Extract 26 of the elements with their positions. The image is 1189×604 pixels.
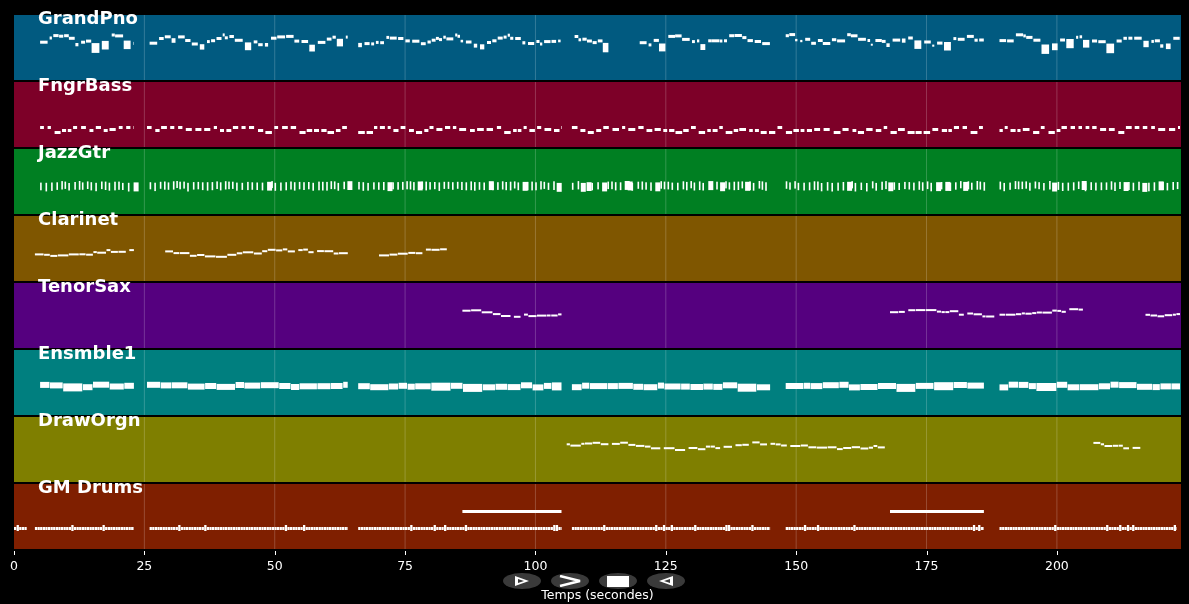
stop-icon [607, 575, 629, 587]
axis-tick-label: 0 [10, 558, 18, 573]
axis-tick-label: 175 [914, 558, 939, 573]
axis-tick-label: 150 [784, 558, 809, 573]
track-name: FngrBass [38, 74, 133, 96]
stop-button[interactable] [599, 573, 637, 589]
track-name: GrandPno [38, 7, 138, 29]
axis-tick-label: 25 [136, 558, 153, 573]
track-name: DrawOrgn [38, 409, 141, 431]
axis-tick-label: 75 [397, 558, 414, 573]
track-name: GM Drums [38, 476, 144, 498]
forward-button[interactable] [551, 573, 589, 589]
track-name: Ensmble1 [38, 342, 137, 364]
chevron-right-icon [559, 575, 581, 587]
track-name: JazzGtr [38, 141, 111, 163]
axis-tick-label: 125 [653, 558, 678, 573]
track-name: Clarinet [38, 208, 119, 230]
back-button[interactable] [647, 573, 685, 589]
axis-tick-label: 200 [1044, 558, 1069, 573]
play-icon [514, 575, 530, 587]
play-button[interactable] [503, 573, 541, 589]
axis-label: Temps (secondes) [541, 587, 654, 602]
triangle-left-icon [658, 575, 674, 587]
axis-tick-label: 100 [523, 558, 548, 573]
track-name: TenorSax [38, 275, 131, 297]
axis-tick-label: 50 [266, 558, 283, 573]
